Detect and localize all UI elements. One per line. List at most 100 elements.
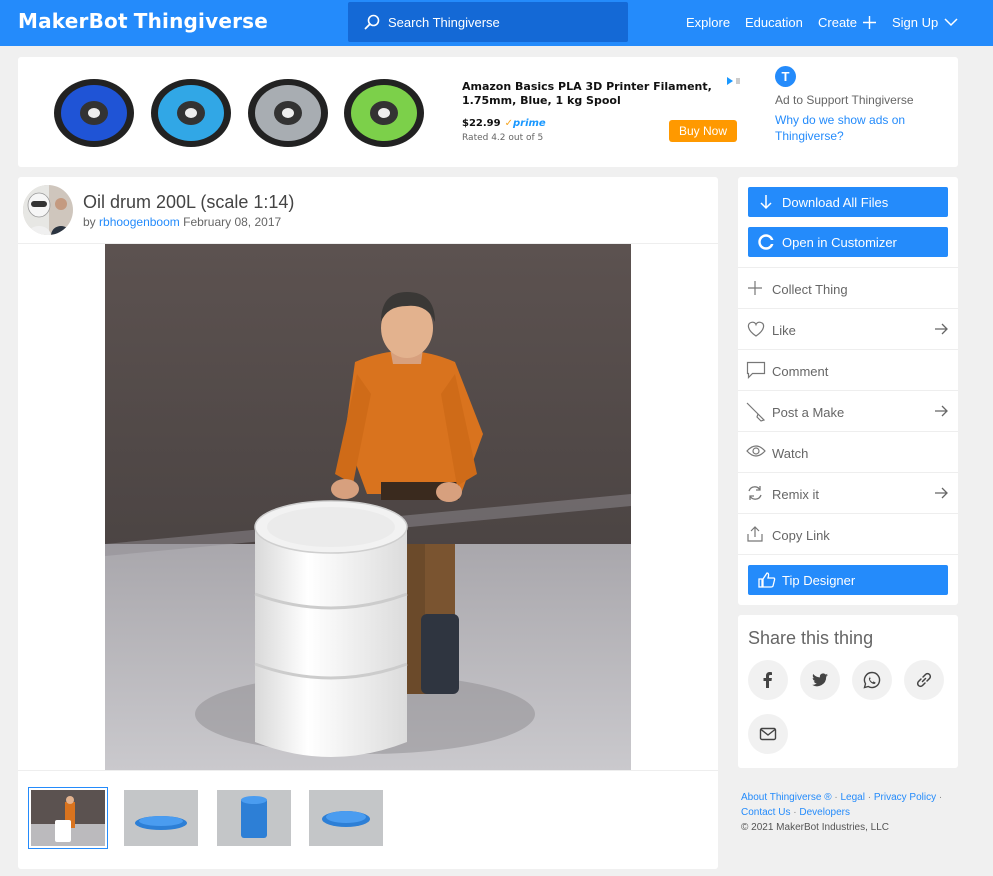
tip-label: Tip Designer	[782, 572, 856, 588]
footer-separator: ·	[867, 792, 872, 803]
buy-now-button[interactable]: Buy Now	[669, 120, 737, 142]
thumbs-up-icon	[758, 572, 776, 588]
divider	[18, 770, 718, 771]
link-icon	[916, 672, 932, 688]
advertisement-banner: Amazon Basics PLA 3D Printer Filament, 1…	[18, 57, 958, 167]
comment-label: Comment	[772, 364, 829, 379]
share-upload-icon	[747, 526, 763, 542]
email-icon	[759, 727, 777, 741]
collect-label: Collect Thing	[772, 282, 848, 297]
heart-icon	[747, 321, 765, 337]
filament-spool-image-4[interactable]	[342, 77, 426, 149]
footer-contact-link[interactable]: Contact Us	[741, 807, 790, 818]
logo-product: Thingiverse	[133, 9, 269, 33]
arrow-right-icon	[935, 323, 948, 335]
facebook-icon	[763, 672, 772, 688]
download-all-files-button[interactable]: Download All Files	[748, 187, 948, 217]
thing-detail-card: Oil drum 200L (scale 1:14) by rbhoogenbo…	[18, 177, 718, 869]
prime-badge: ✓prime	[504, 118, 546, 129]
filament-spool-image-1[interactable]	[52, 77, 136, 149]
share-copy-link-button[interactable]	[904, 660, 944, 700]
ad-choices-icon[interactable]	[724, 75, 742, 87]
search-icon	[364, 14, 380, 30]
thumbnail-2[interactable]	[124, 790, 198, 846]
thumbnail-3[interactable]	[217, 790, 291, 846]
thing-byline: by rbhoogenboom February 08, 2017	[83, 215, 281, 229]
nav-education-label: Education	[745, 15, 803, 30]
thing-title: Oil drum 200L (scale 1:14)	[83, 192, 295, 212]
share-whatsapp-button[interactable]	[852, 660, 892, 700]
footer-about-link[interactable]: About Thingiverse ®	[741, 792, 832, 803]
nav-sign-up[interactable]: Sign Up	[892, 15, 958, 30]
footer-separator: ·	[938, 792, 943, 803]
site-footer: About Thingiverse ® · Legal · Privacy Po…	[741, 790, 971, 835]
nav-explore-label: Explore	[686, 15, 731, 30]
main-thing-photo[interactable]	[105, 244, 631, 770]
tip-designer-button[interactable]: Tip Designer	[748, 565, 948, 595]
customizer-icon	[758, 234, 774, 250]
filament-spool-image-2[interactable]	[149, 77, 233, 149]
thingiverse-logo[interactable]: MakerBot Thingiverse	[18, 9, 268, 33]
share-email-button[interactable]	[748, 714, 788, 754]
comment-action[interactable]: Comment	[738, 349, 958, 390]
ad-rating: Rated 4.2 out of 5	[462, 133, 544, 143]
nav-education[interactable]: Education	[745, 15, 803, 30]
customizer-label: Open in Customizer	[782, 234, 897, 250]
plus-icon	[748, 281, 762, 295]
download-arrow-icon	[760, 195, 772, 210]
nav-create-label: Create	[818, 15, 858, 30]
footer-legal-link[interactable]: Legal	[840, 792, 864, 803]
plus-icon	[863, 16, 877, 29]
thumbnail-1-selected[interactable]	[28, 787, 108, 849]
search-input[interactable]	[388, 12, 608, 32]
author-link[interactable]: rbhoogenboom	[99, 215, 180, 229]
thumbnail-4[interactable]	[309, 790, 383, 846]
ad-product-title[interactable]: Amazon Basics PLA 3D Printer Filament, 1…	[462, 80, 742, 108]
eye-icon	[746, 445, 766, 457]
logo-brand: MakerBot	[18, 9, 128, 33]
like-action[interactable]: Like	[738, 308, 958, 349]
footer-copyright: © 2021 MakerBot Industries, LLC	[741, 822, 889, 833]
remix-action[interactable]: Remix it	[738, 472, 958, 513]
footer-developers-link[interactable]: Developers	[799, 807, 850, 818]
nav-create[interactable]: Create	[818, 15, 877, 30]
copy-link-action[interactable]: Copy Link	[738, 513, 958, 554]
twitter-icon	[812, 673, 828, 687]
remix-icon	[748, 486, 762, 500]
open-in-customizer-button[interactable]: Open in Customizer	[748, 227, 948, 257]
designer-avatar[interactable]	[23, 185, 73, 235]
footer-separator: ·	[793, 807, 797, 818]
search-box[interactable]	[348, 2, 628, 42]
ad-support-text: Ad to Support Thingiverse	[775, 93, 914, 107]
nav-sign-up-label: Sign Up	[892, 15, 939, 30]
copy-link-label: Copy Link	[772, 528, 830, 543]
footer-privacy-link[interactable]: Privacy Policy	[874, 792, 936, 803]
prime-label: prime	[512, 118, 546, 129]
watch-label: Watch	[772, 446, 809, 461]
share-title: Share this thing	[748, 628, 874, 648]
filament-spool-image-3[interactable]	[246, 77, 330, 149]
chevron-down-icon	[944, 18, 958, 27]
thingiverse-t-logo: T	[775, 66, 796, 87]
post-a-make-action[interactable]: Post a Make	[738, 390, 958, 431]
watch-action[interactable]: Watch	[738, 431, 958, 472]
tip-row: Tip Designer	[738, 554, 958, 605]
collect-thing-action[interactable]: Collect Thing	[738, 267, 958, 308]
byline-by: by	[83, 215, 96, 229]
ad-price-value: $22.99	[462, 118, 501, 129]
make-pen-icon	[746, 402, 766, 422]
share-panel: Share this thing	[738, 615, 958, 768]
share-facebook-button[interactable]	[748, 660, 788, 700]
top-navigation-bar: MakerBotThingiverse Explore Education Cr…	[0, 0, 993, 46]
footer-links-row-2: Contact Us · Developers	[741, 805, 971, 820]
remix-label: Remix it	[772, 487, 819, 502]
download-label: Download All Files	[782, 194, 889, 210]
publish-date: February 08, 2017	[183, 215, 282, 229]
footer-links-row-1: About Thingiverse ® · Legal · Privacy Po…	[741, 790, 971, 805]
nav-explore[interactable]: Explore	[686, 15, 730, 30]
whatsapp-icon	[863, 671, 881, 689]
footer-separator: ·	[834, 792, 838, 803]
share-twitter-button[interactable]	[800, 660, 840, 700]
ad-price: $22.99 ✓prime	[462, 118, 546, 129]
why-ads-link[interactable]: Why do we show ads on Thingiverse?	[775, 112, 915, 144]
